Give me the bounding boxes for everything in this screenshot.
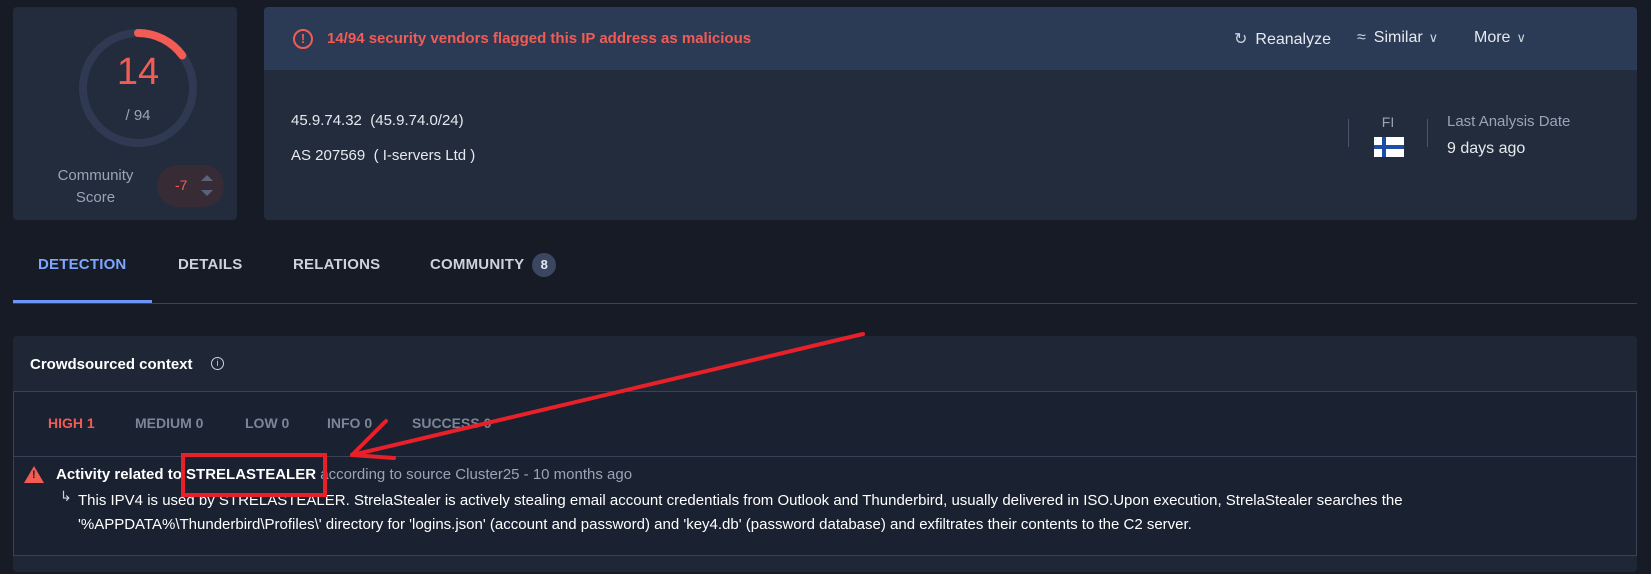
ip-header-panel: ! 14/94 security vendors flagged this IP… <box>264 7 1637 220</box>
severity-filter-info[interactable]: INFO 0 <box>327 415 372 431</box>
activity-title: Activity related to STRELASTEALER accord… <box>56 466 632 483</box>
sub-item-arrow-icon: ↳ <box>60 488 72 504</box>
severity-divider <box>13 456 1637 457</box>
tab-details[interactable]: DETAILS <box>178 256 242 273</box>
chevron-down-icon: ∨ <box>1516 30 1526 45</box>
last-analysis-value: 9 days ago <box>1447 140 1526 157</box>
alert-circle-icon: ! <box>293 29 313 49</box>
country-code: FI <box>1381 114 1395 130</box>
as-owner: ( I-servers Ltd ) <box>373 147 476 164</box>
info-icon[interactable]: i <box>211 357 224 370</box>
activity-source: according to source Cluster25 - 10 month… <box>320 466 633 483</box>
detection-score-card: 14 / 94 Community Score -7 <box>13 7 237 220</box>
vote-up-icon[interactable] <box>201 175 213 181</box>
detection-count: 14 <box>116 51 160 93</box>
divider <box>1427 119 1428 147</box>
activity-prefix: Activity related to <box>56 466 182 483</box>
severity-filter-low[interactable]: LOW 0 <box>245 415 289 431</box>
divider <box>1348 119 1349 147</box>
alert-bar: ! 14/94 security vendors flagged this IP… <box>264 7 1637 70</box>
reanalyze-button[interactable]: ↻ Reanalyze <box>1234 29 1331 49</box>
tab-community[interactable]: COMMUNITY 8 <box>430 253 557 277</box>
similar-button[interactable]: ≈ Similar ∨ <box>1357 29 1438 47</box>
community-count-badge: 8 <box>532 253 557 277</box>
warning-triangle-icon <box>24 466 44 483</box>
ip-range[interactable]: (45.9.74.0/24) <box>370 112 463 129</box>
community-score-pill: -7 <box>157 165 224 207</box>
more-label: More <box>1474 29 1511 46</box>
detection-total: / 94 <box>125 107 151 124</box>
similar-icon: ≈ <box>1357 29 1366 46</box>
activity-description-line2: '%APPDATA%\Thunderbird\Profiles\' direct… <box>78 516 1192 533</box>
crowdsourced-title: Crowdsourced context <box>30 356 193 373</box>
as-number[interactable]: AS 207569 <box>291 147 365 164</box>
reanalyze-label: Reanalyze <box>1255 31 1332 48</box>
ip-address-line: 45.9.74.32 (45.9.74.0/24) <box>291 112 464 129</box>
severity-filter-medium[interactable]: MEDIUM 0 <box>135 415 203 431</box>
refresh-icon: ↻ <box>1234 31 1248 48</box>
tab-detection[interactable]: DETECTION <box>38 256 126 273</box>
tab-relations[interactable]: RELATIONS <box>293 256 380 273</box>
community-score-label: Community Score <box>57 167 134 206</box>
vote-down-icon[interactable] <box>201 190 213 196</box>
activity-description-line1: This IPV4 is used by STRELASTEALER. Stre… <box>78 492 1403 509</box>
finland-flag-icon <box>1374 137 1404 157</box>
last-analysis-label: Last Analysis Date <box>1447 113 1571 130</box>
chevron-down-icon: ∨ <box>1428 30 1439 45</box>
threat-name-link[interactable]: STRELASTEALER <box>186 466 316 483</box>
community-score-value: -7 <box>175 177 188 193</box>
alert-text: 14/94 security vendors flagged this IP a… <box>327 30 752 47</box>
as-line: AS 207569 ( I-servers Ltd ) <box>291 147 475 164</box>
severity-filter-success[interactable]: SUCCESS 0 <box>412 415 491 431</box>
ip-address[interactable]: 45.9.74.32 <box>291 112 362 129</box>
tabs-divider <box>13 303 1637 304</box>
more-button[interactable]: More ∨ <box>1474 29 1526 47</box>
severity-filter-high[interactable]: HIGH 1 <box>48 415 95 431</box>
tab-community-label: COMMUNITY <box>430 255 525 273</box>
similar-label: Similar <box>1373 29 1423 46</box>
